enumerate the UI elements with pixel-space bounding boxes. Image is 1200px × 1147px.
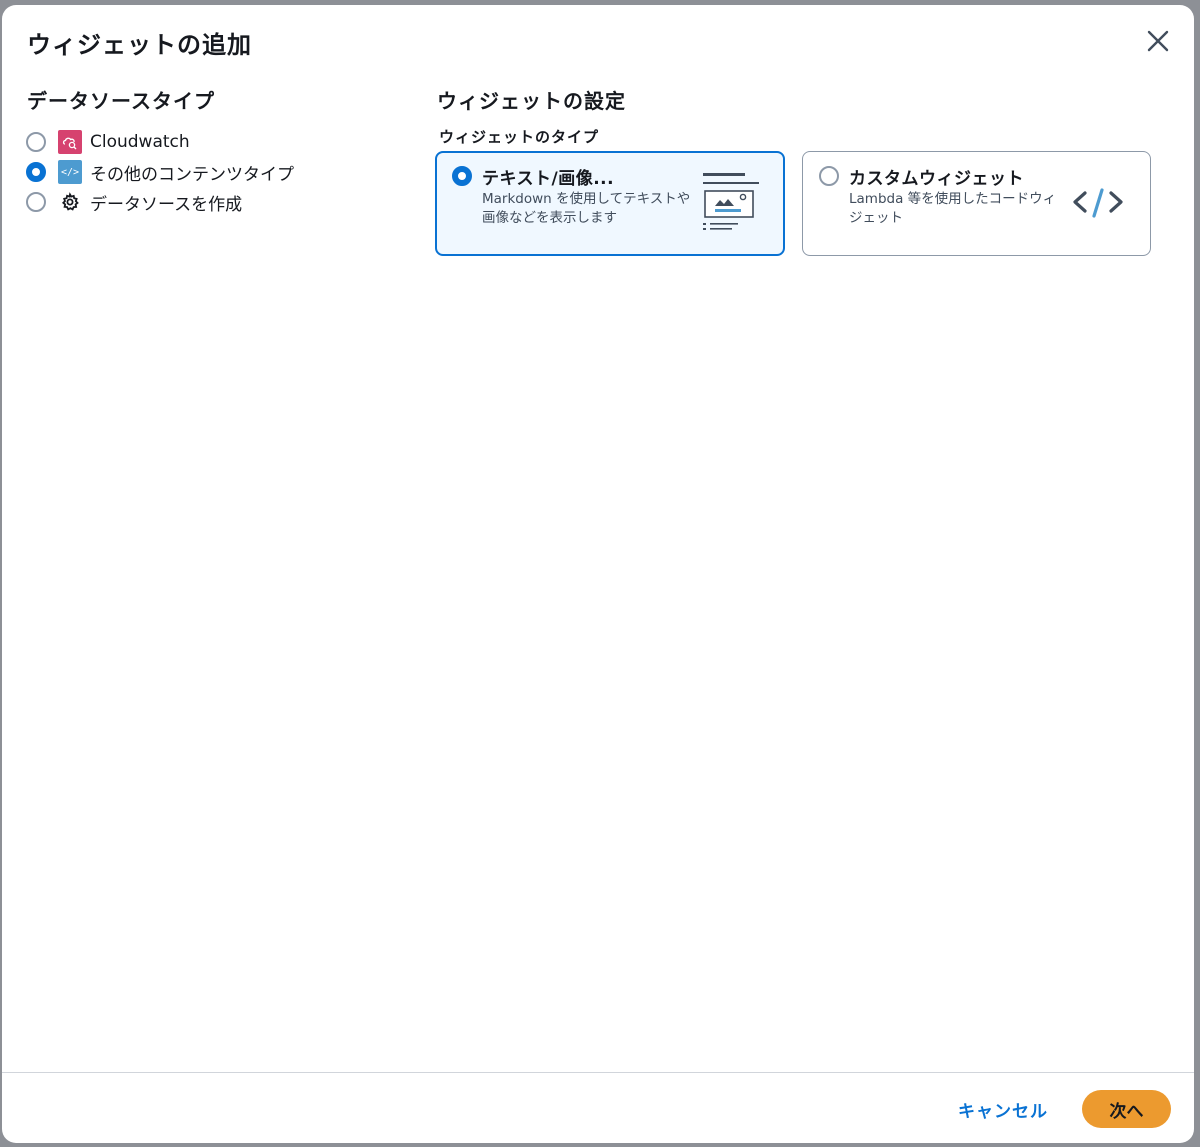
widget-type-title-text-image: テキスト/画像... — [482, 169, 615, 189]
cancel-button[interactable]: キャンセル — [946, 1091, 1060, 1127]
data-source-label-cloudwatch: Cloudwatch — [90, 132, 190, 152]
add-widget-modal: ウィジェットの追加 データソースタイプ Cloudwatch </> その他のコ… — [2, 5, 1194, 1143]
data-source-radio-cloudwatch[interactable] — [26, 132, 46, 152]
data-source-list: Cloudwatch </> その他のコンテンツタイプ データソースを作成 — [26, 127, 294, 217]
widget-settings-title: ウィジェットの設定 — [437, 89, 626, 113]
widget-type-card-custom[interactable]: カスタムウィジェット Lambda 等を使用したコードウィジェット — [802, 151, 1151, 256]
widget-type-desc-text-image: Markdown を使用してテキストや画像などを表示します — [482, 191, 691, 226]
code-brackets-icon — [1073, 188, 1123, 218]
widget-type-label: ウィジェットのタイプ — [439, 128, 600, 146]
data-source-label-other: その他のコンテンツタイプ — [90, 164, 294, 185]
widget-type-radio-custom[interactable] — [819, 166, 839, 186]
data-source-title: データソースタイプ — [27, 89, 215, 113]
close-button[interactable] — [1140, 23, 1176, 59]
gear-icon — [58, 190, 82, 214]
text-image-icon — [703, 173, 759, 230]
widget-type-card-text-image[interactable]: テキスト/画像... Markdown を使用してテキストや画像などを表示します — [435, 151, 785, 256]
next-button[interactable]: 次へ — [1082, 1090, 1171, 1128]
data-source-option-other[interactable]: </> その他のコンテンツタイプ — [26, 157, 294, 187]
close-icon — [1147, 30, 1169, 52]
cloudwatch-icon — [58, 130, 82, 154]
code-icon: </> — [58, 160, 82, 184]
footer-divider — [2, 1072, 1194, 1073]
data-source-option-cloudwatch[interactable]: Cloudwatch — [26, 127, 294, 157]
data-source-label-create: データソースを作成 — [90, 194, 243, 215]
modal-title: ウィジェットの追加 — [27, 31, 252, 59]
data-source-radio-other[interactable] — [26, 162, 46, 182]
data-source-option-create[interactable]: データソースを作成 — [26, 187, 294, 217]
widget-type-title-custom: カスタムウィジェット — [849, 169, 1024, 189]
data-source-radio-create[interactable] — [26, 192, 46, 212]
widget-type-desc-custom: Lambda 等を使用したコードウィジェット — [849, 191, 1057, 226]
widget-type-radio-text-image[interactable] — [452, 166, 472, 186]
